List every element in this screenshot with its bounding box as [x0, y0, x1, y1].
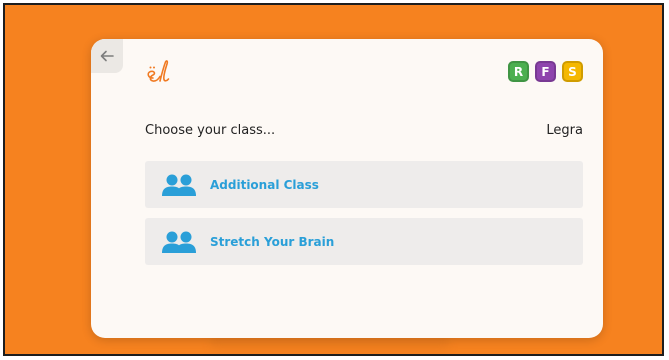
username-label: Legra: [546, 123, 583, 138]
badge-f[interactable]: F: [535, 61, 556, 82]
badge-group: R F S: [508, 61, 583, 82]
badge-r[interactable]: R: [508, 61, 529, 82]
app-frame: R F S Choose your class... Legra Additio…: [3, 3, 664, 356]
class-selection-card: R F S Choose your class... Legra Additio…: [91, 39, 603, 338]
badge-s[interactable]: S: [562, 61, 583, 82]
group-icon: [162, 174, 196, 196]
page-heading: Choose your class...: [145, 123, 276, 138]
class-item-label: Stretch Your Brain: [210, 234, 335, 249]
back-button[interactable]: [91, 39, 123, 73]
class-item-stretch-your-brain[interactable]: Stretch Your Brain: [145, 218, 583, 265]
el-logo-icon: [147, 60, 170, 82]
group-icon: [162, 231, 196, 253]
class-item-additional-class[interactable]: Additional Class: [145, 161, 583, 208]
class-item-label: Additional Class: [210, 177, 319, 192]
back-arrow-icon: [100, 50, 114, 62]
class-list: Additional Class Stretch Your Brain: [145, 161, 583, 275]
